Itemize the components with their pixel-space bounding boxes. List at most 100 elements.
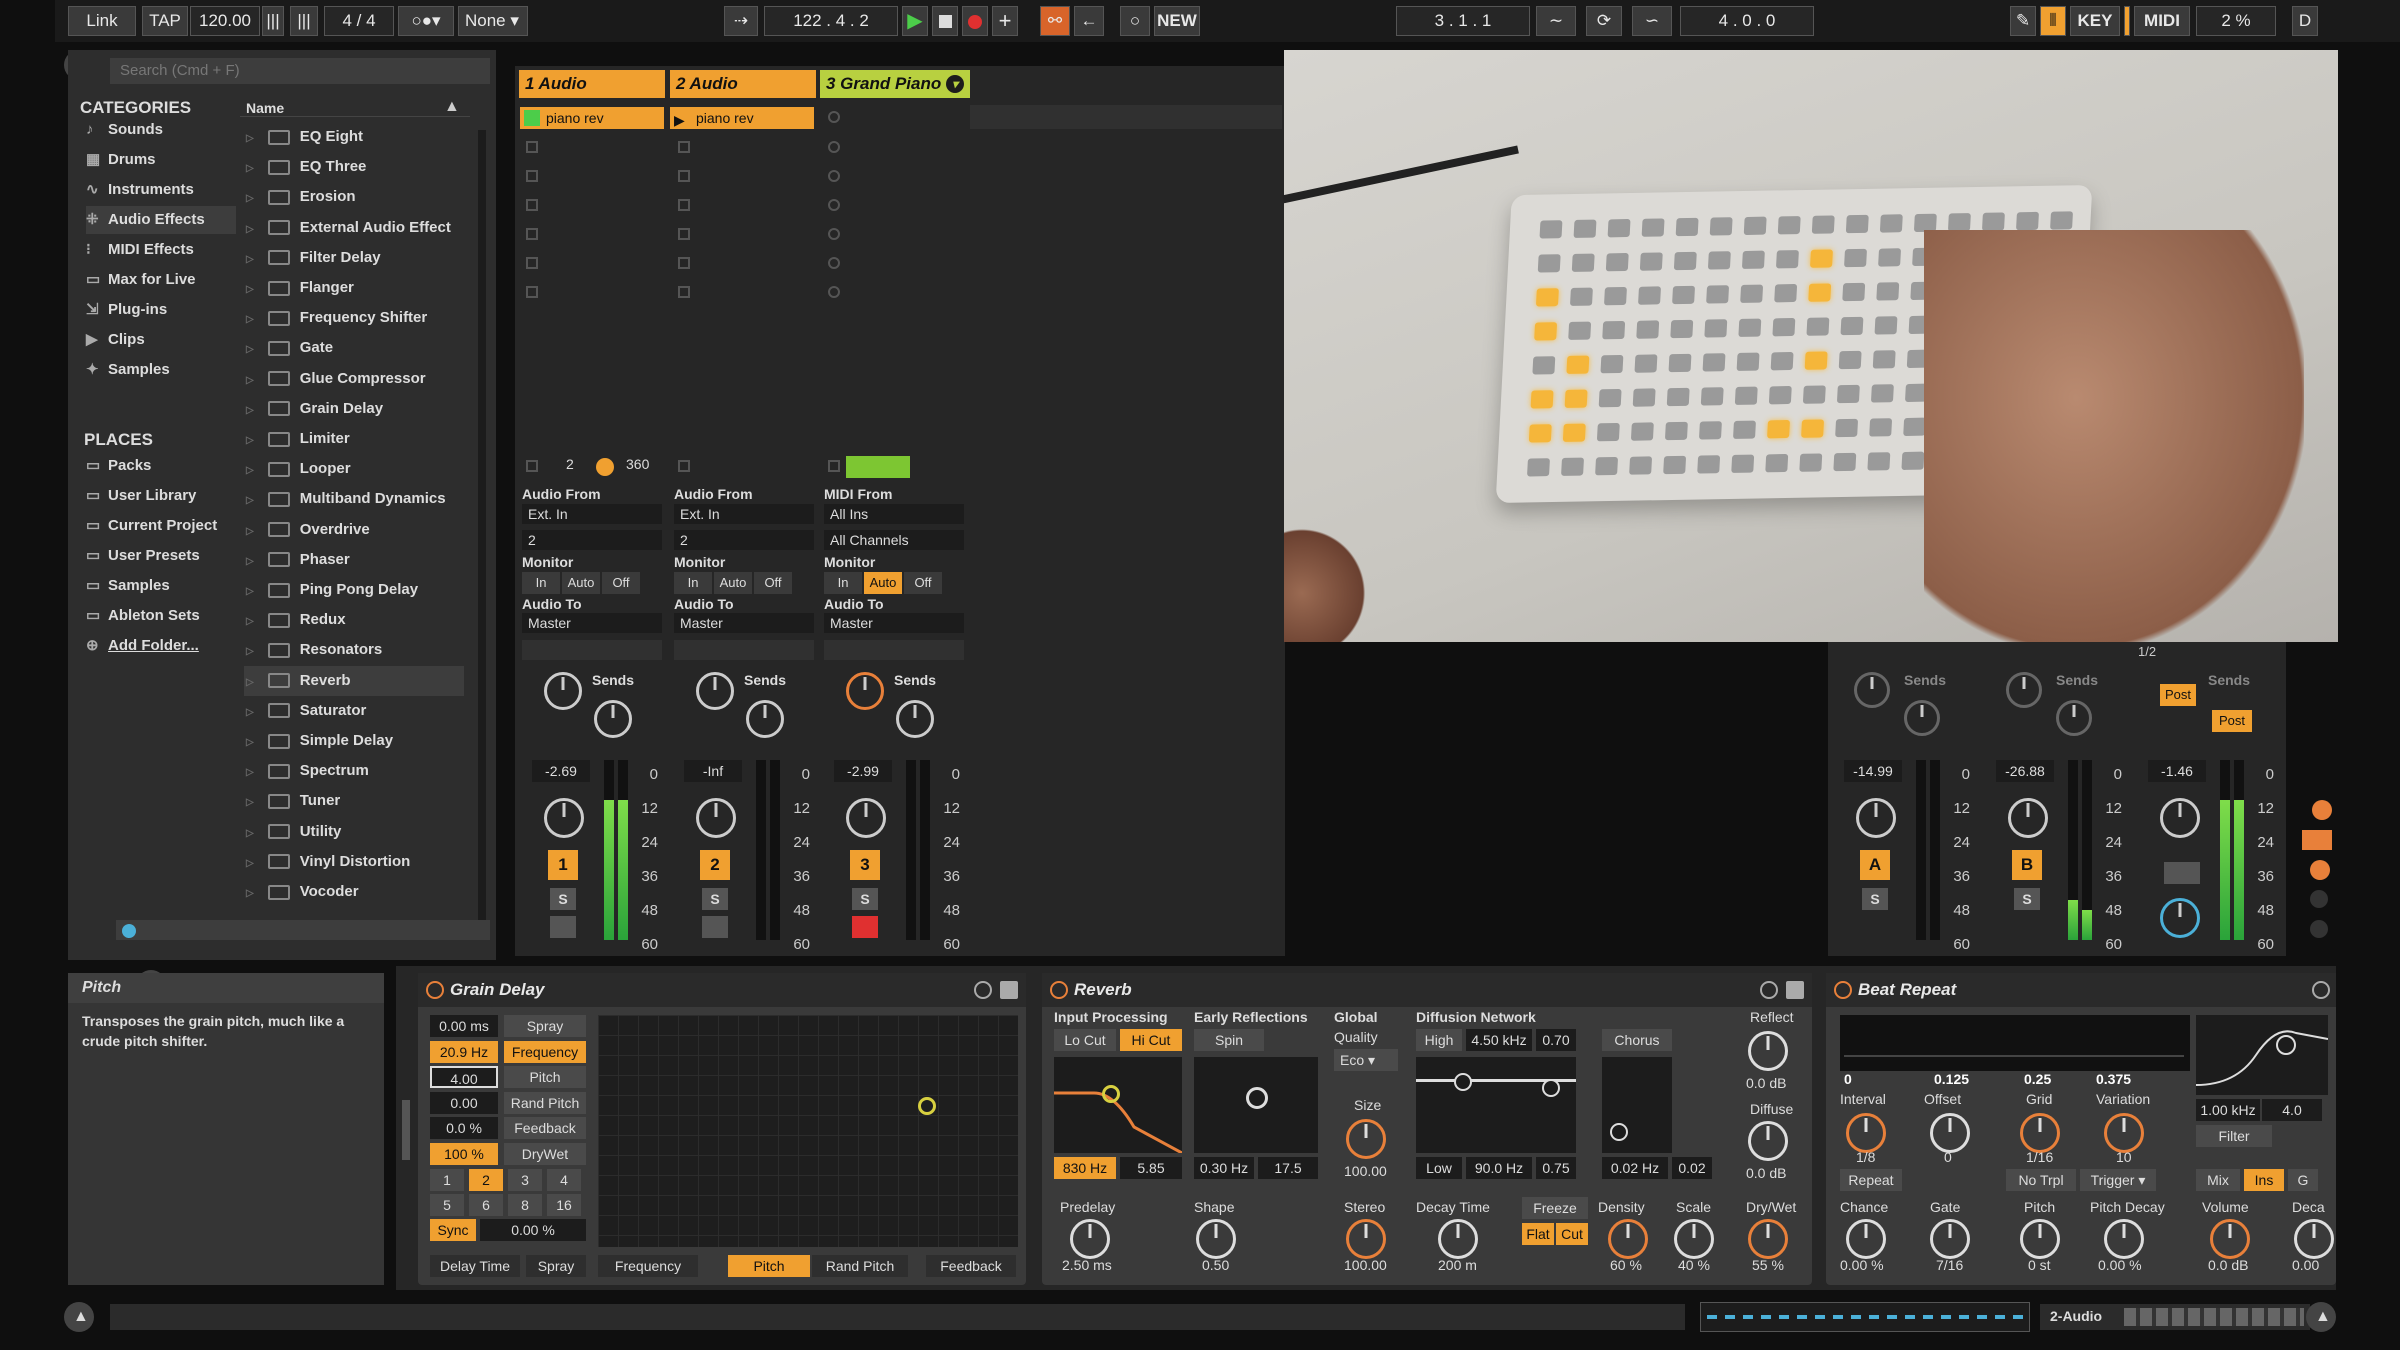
output-channel-select[interactable] bbox=[824, 640, 964, 660]
category-max-for-live[interactable]: ▭ Max for Live bbox=[86, 266, 236, 294]
xy-axis-button[interactable]: Rand Pitch bbox=[812, 1255, 908, 1277]
punch-in-icon[interactable]: ∼ bbox=[1536, 6, 1576, 36]
sync-division-button[interactable]: 6 bbox=[469, 1194, 503, 1216]
back-to-arrangement-icon[interactable]: ← bbox=[1074, 6, 1104, 36]
input-channel-select[interactable]: All Channels bbox=[824, 530, 964, 550]
solo-button[interactable]: S bbox=[550, 888, 576, 910]
xy-axis-button[interactable]: Frequency bbox=[598, 1255, 698, 1277]
grain-delay-value-field[interactable]: 4.00 bbox=[430, 1066, 498, 1088]
early-reflections-display[interactable] bbox=[1194, 1057, 1318, 1153]
clip-slot[interactable] bbox=[828, 141, 840, 153]
browser-item[interactable]: ▷ Phaser bbox=[244, 545, 464, 575]
hot-swap-icon[interactable] bbox=[2312, 981, 2330, 999]
track-volume-field[interactable]: -2.99 bbox=[834, 760, 892, 782]
save-preset-icon[interactable] bbox=[1786, 981, 1804, 999]
send-b-knob[interactable] bbox=[1904, 700, 1940, 736]
sync-division-button[interactable]: 16 bbox=[547, 1194, 581, 1216]
punch-out-icon[interactable]: ∽ bbox=[1632, 6, 1672, 36]
variation-knob[interactable] bbox=[2104, 1113, 2144, 1153]
play-icon[interactable]: ▶ bbox=[902, 6, 928, 36]
browser-item[interactable]: ▷ Tuner bbox=[244, 786, 464, 816]
repeat-button[interactable]: Repeat bbox=[1840, 1169, 1902, 1191]
clip-slot[interactable] bbox=[678, 141, 690, 153]
sync-division-button[interactable]: 3 bbox=[508, 1169, 542, 1191]
nudge-up-icon[interactable]: ||| bbox=[290, 6, 318, 36]
spin-button[interactable]: Spin bbox=[1194, 1029, 1264, 1051]
filter-display[interactable] bbox=[2195, 1015, 2329, 1095]
arm-button[interactable] bbox=[550, 916, 576, 938]
category-instruments[interactable]: ∿ Instruments bbox=[86, 176, 236, 204]
track-activator-button[interactable]: 2 bbox=[700, 850, 730, 880]
clip-slot[interactable] bbox=[526, 141, 538, 153]
expand-icon[interactable]: ▷ bbox=[246, 224, 254, 235]
preview-bar[interactable] bbox=[116, 920, 490, 940]
freeze-button[interactable]: Freeze bbox=[1522, 1197, 1588, 1219]
diffusion-display[interactable] bbox=[1416, 1057, 1576, 1153]
return-activator-button[interactable]: B bbox=[2012, 850, 2042, 880]
category-audio-effects[interactable]: ⁜ Audio Effects bbox=[86, 206, 236, 234]
session-record-icon[interactable]: ○ bbox=[1120, 6, 1150, 36]
clip-slot[interactable] bbox=[678, 199, 690, 211]
name-column-header[interactable]: Name bbox=[246, 100, 284, 116]
send-b-knob[interactable] bbox=[2056, 700, 2092, 736]
xy-axis-button[interactable]: Pitch bbox=[728, 1255, 810, 1277]
expand-icon[interactable]: ▷ bbox=[246, 133, 254, 144]
post-button[interactable]: Post bbox=[2160, 684, 2196, 706]
stop-clip-1[interactable] bbox=[526, 460, 538, 472]
chance-knob[interactable] bbox=[1846, 1219, 1886, 1259]
place-packs[interactable]: ▭ Packs bbox=[86, 452, 236, 480]
output-select[interactable]: Master bbox=[522, 613, 662, 633]
key-map-indicator[interactable]: ⦀ bbox=[2040, 6, 2066, 36]
gate-mode-button[interactable]: G bbox=[2288, 1169, 2318, 1191]
category-plug-ins[interactable]: ⇲ Plug-ins bbox=[86, 296, 236, 324]
key-map-button[interactable]: KEY bbox=[2070, 6, 2120, 36]
midi-map-button[interactable]: MIDI bbox=[2134, 6, 2190, 36]
browser-item[interactable]: ▷ Resonators bbox=[244, 635, 464, 665]
browser-item[interactable]: ▷ Limiter bbox=[244, 424, 464, 454]
output-channel-select[interactable] bbox=[674, 640, 814, 660]
automation-arm-icon[interactable]: ⚯ bbox=[1040, 6, 1070, 36]
input-type-select[interactable]: Ext. In bbox=[522, 504, 662, 524]
expand-icon[interactable]: ▷ bbox=[246, 465, 254, 476]
browser-item[interactable]: ▷ Simple Delay bbox=[244, 726, 464, 756]
expand-icon[interactable]: ▷ bbox=[246, 163, 254, 174]
spin-amount-field[interactable]: 17.5 bbox=[1258, 1157, 1318, 1179]
xy-axis-button[interactable]: Delay Time bbox=[430, 1255, 520, 1277]
low-shelf-button[interactable]: Low bbox=[1416, 1157, 1462, 1179]
diffuse-knob[interactable] bbox=[1748, 1121, 1788, 1161]
sync-division-button[interactable]: 1 bbox=[430, 1169, 464, 1191]
returns-toggle-icon[interactable] bbox=[2310, 860, 2330, 880]
send-a-knob[interactable] bbox=[1854, 672, 1890, 708]
grain-delay-value-field[interactable]: 20.9 Hz bbox=[430, 1040, 498, 1063]
cue-button[interactable] bbox=[2164, 862, 2200, 884]
expand-icon[interactable]: ▷ bbox=[246, 707, 254, 718]
clip-slot[interactable] bbox=[828, 199, 840, 211]
expand-icon[interactable]: ▷ bbox=[246, 677, 254, 688]
record-icon[interactable] bbox=[962, 6, 988, 36]
track-volume-field[interactable]: -2.69 bbox=[532, 760, 590, 782]
grain-delay-param-button[interactable]: DryWet bbox=[504, 1142, 586, 1165]
browser-item[interactable]: ▷ Flanger bbox=[244, 273, 464, 303]
monitor-in-button[interactable]: In bbox=[824, 572, 862, 594]
category-midi-effects[interactable]: ⁝ MIDI Effects bbox=[86, 236, 236, 264]
expand-icon[interactable]: ▷ bbox=[246, 888, 254, 899]
expand-icon[interactable]: ▷ bbox=[246, 737, 254, 748]
clip-slot[interactable] bbox=[678, 286, 690, 298]
flat-button[interactable]: Flat bbox=[1522, 1223, 1554, 1245]
density-knob[interactable] bbox=[1608, 1219, 1648, 1259]
send-a-knob[interactable] bbox=[696, 672, 734, 710]
high-shelf-button[interactable]: High bbox=[1416, 1029, 1462, 1051]
reverb-title[interactable]: Reverb bbox=[1042, 973, 1812, 1007]
draw-mode-icon[interactable]: ✎ bbox=[2010, 6, 2036, 36]
browser-item[interactable]: ▷ Erosion bbox=[244, 182, 464, 212]
time-signature-field[interactable]: 4 / 4 bbox=[324, 6, 394, 36]
grain-delay-title[interactable]: Grain Delay bbox=[418, 973, 1026, 1007]
offset-knob[interactable] bbox=[1930, 1113, 1970, 1153]
clip-slot[interactable] bbox=[678, 170, 690, 182]
place-add-folder-[interactable]: ⊕ Add Folder... bbox=[86, 632, 236, 660]
xy-pad[interactable] bbox=[598, 1015, 1018, 1247]
filter-button[interactable]: Filter bbox=[2196, 1125, 2272, 1147]
output-select[interactable]: Master bbox=[824, 613, 964, 633]
predelay-knob[interactable] bbox=[1070, 1219, 1110, 1259]
detail-view-toggle-icon[interactable]: ▲ bbox=[2306, 1302, 2336, 1332]
